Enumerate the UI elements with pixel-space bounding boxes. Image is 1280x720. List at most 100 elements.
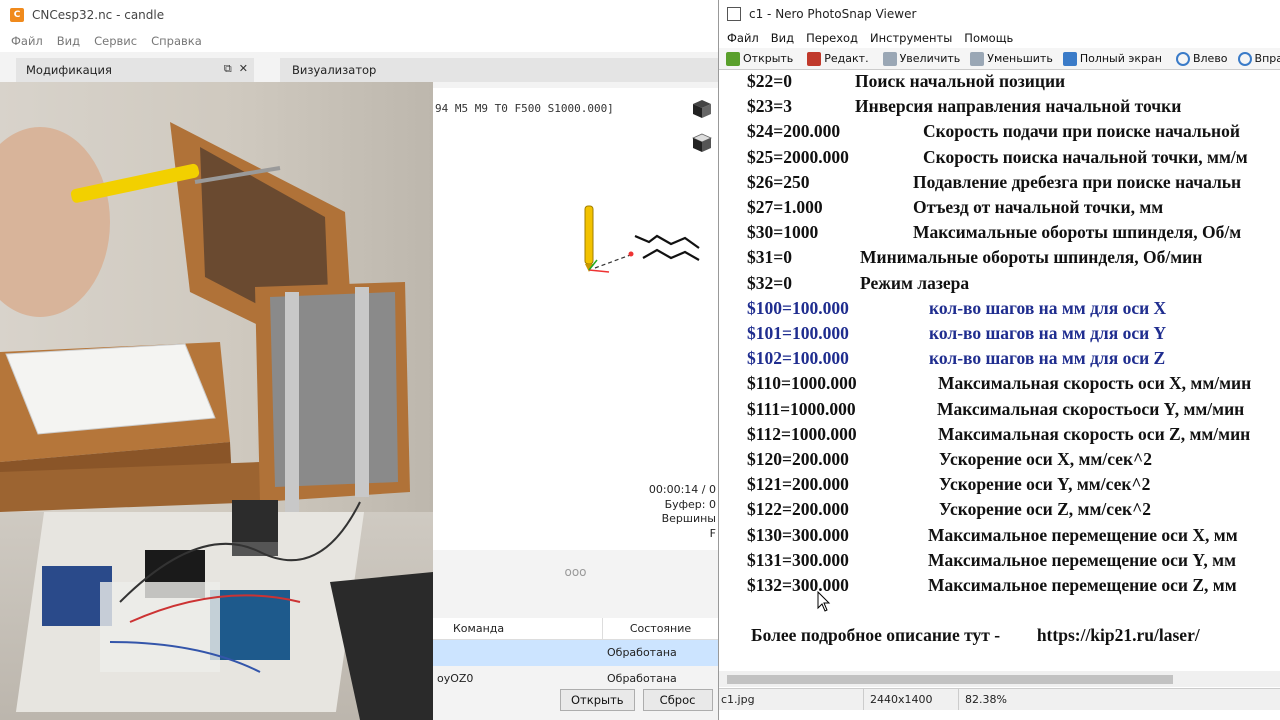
nero-menu-file[interactable]: Файл: [721, 31, 765, 45]
status-feed: F: [709, 526, 716, 540]
view-top-cube-icon[interactable]: [691, 132, 713, 154]
panel-splitter[interactable]: ooo: [433, 558, 718, 586]
param-key: $30=1000: [747, 222, 819, 243]
param-row: $24=200.000 Скорость подачи при поиске на…: [747, 121, 1240, 142]
param-key: $102=100.000: [747, 348, 849, 369]
nero-menu-go[interactable]: Переход: [800, 31, 864, 45]
param-description: Поиск начальной позиции: [855, 71, 1066, 91]
param-description: Максимальное перемещение оси Y, мм: [928, 549, 1237, 570]
view-iso-cube-icon[interactable]: [691, 98, 713, 120]
rotate-left-icon: [1175, 51, 1190, 66]
nero-title: c1 - Nero PhotoSnap Viewer: [749, 7, 917, 21]
param-description: кол-во шагов на мм для оси Y: [929, 323, 1167, 343]
image-canvas[interactable]: Более подробное описание тут - https://k…: [719, 71, 1280, 671]
horizontal-scrollbar-thumb[interactable]: [727, 675, 1173, 684]
footer-link[interactable]: https://kip21.ru/laser/: [1037, 625, 1200, 645]
nero-menu-view[interactable]: Вид: [765, 31, 800, 45]
edit-icon: [807, 51, 822, 66]
fullscreen-icon: [1062, 51, 1077, 66]
param-key: $27=1.000: [747, 197, 823, 217]
candle-menu-help[interactable]: Справка: [144, 34, 209, 48]
param-description: кол-во шагов на мм для оси Z: [929, 348, 1166, 369]
param-row: $26=250 Подавление дребезга при поиске на…: [747, 172, 1241, 193]
gcode-table-header: Команда Состояние: [433, 618, 718, 640]
param-description: Ускорение оси Y, мм/сек^2: [939, 474, 1151, 495]
dock-visualizer[interactable]: Визуализатор: [280, 58, 718, 82]
col-state[interactable]: Состояние: [603, 618, 718, 639]
param-row: $111=1000.000 Максимальная скоростьоси Y,…: [747, 399, 1244, 420]
zoom-in-label: Увеличить: [899, 52, 961, 65]
rotate-right-button[interactable]: Вправо: [1233, 51, 1280, 66]
zoom-in-icon: [882, 51, 897, 66]
param-row: $130=300.000 Максимальное перемещение оси…: [747, 525, 1238, 546]
gcode-current-line: 94 M5 M9 T0 F500 S1000.000]: [435, 102, 614, 115]
visualizer-canvas[interactable]: 94 M5 M9 T0 F500 S1000.000] 00:00:14 / 0…: [433, 88, 718, 550]
dock-modification[interactable]: Модификация ⧉ ✕: [16, 58, 254, 82]
candle-menu-file[interactable]: Файл: [4, 34, 50, 48]
zoom-in-button[interactable]: Увеличить: [878, 51, 966, 66]
candle-menu-service[interactable]: Сервис: [87, 34, 144, 48]
param-row: $110=1000.000 Максимальная скорость оси X…: [747, 373, 1251, 394]
camera-overlay: [0, 82, 433, 720]
fullscreen-button[interactable]: Полный экран: [1058, 51, 1167, 66]
candle-menubar: Файл Вид Сервис Справка: [0, 30, 718, 52]
rotate-right-icon: [1237, 51, 1252, 66]
dock-float-close-buttons[interactable]: ⧉ ✕: [224, 62, 248, 76]
nero-window: c1 - Nero PhotoSnap Viewer Файл Вид Пере…: [718, 0, 1280, 720]
param-key: $31=0: [747, 247, 792, 268]
status-dimensions: 2440x1400: [864, 689, 959, 710]
open-button[interactable]: Открыть: [721, 51, 798, 66]
param-key: $131=300.000: [747, 549, 849, 570]
horizontal-scrollbar[interactable]: [719, 671, 1280, 687]
param-description: Максимальные обороты шпинделя, Об/м: [913, 222, 1242, 243]
param-key: $110=1000.000: [747, 373, 857, 394]
param-row: $101=100.000 кол-во шагов на мм для оси Y: [747, 323, 1166, 344]
table-buttons: Открыть Сброс: [560, 689, 713, 713]
footer-line: Более подробное описание тут - https://k…: [751, 625, 1200, 646]
cell-state: Обработана: [607, 646, 677, 659]
param-key: $32=0: [747, 272, 792, 293]
edit-button[interactable]: Редакт.: [802, 51, 873, 66]
param-row: $32=0 Режим лазера: [747, 273, 969, 294]
param-key: $111=1000.000: [747, 398, 856, 419]
cell-command: [433, 640, 603, 666]
footer-text: Более подробное описание тут -: [751, 625, 1001, 645]
zoom-out-label: Уменьшить: [987, 52, 1053, 65]
table-row[interactable]: Обработана: [433, 640, 718, 666]
open-button[interactable]: Открыть: [560, 689, 635, 711]
candle-menu-view[interactable]: Вид: [50, 34, 87, 48]
status-vertices: Вершины: [661, 512, 716, 525]
nero-menubar: Файл Вид Переход Инструменты Помощь: [719, 28, 1280, 48]
param-row: $112=1000.000 Максимальная скорость оси Z…: [747, 424, 1250, 445]
param-key: $22=0: [747, 71, 792, 91]
candle-app-icon: C: [10, 8, 24, 22]
param-row: $102=100.000 кол-во шагов на мм для оси Z: [747, 348, 1165, 369]
dock-row: Модификация ⧉ ✕ Визуализатор: [0, 58, 718, 82]
open-icon: [726, 51, 740, 66]
dock-modification-title: Модификация: [26, 63, 112, 77]
open-label: Открыть: [743, 52, 794, 65]
param-row: $25=2000.000 Скорость поиска начальной то…: [747, 147, 1248, 168]
nero-menu-tools[interactable]: Инструменты: [864, 31, 958, 45]
param-description: Ускорение оси X, мм/сек^2: [939, 449, 1152, 469]
reset-button[interactable]: Сброс: [642, 689, 713, 711]
param-row: $22=0 Поиск начальной позиции: [747, 71, 1065, 92]
param-description: Скорость поиска начальной точки, мм/м: [923, 146, 1248, 167]
nero-menu-help[interactable]: Помощь: [958, 31, 1019, 45]
param-description: Подавление дребезга при поиске начальн: [913, 171, 1242, 192]
zoom-out-icon: [970, 51, 985, 66]
param-description: Максимальная скорость оси X, мм/мин: [938, 373, 1252, 394]
nero-toolbar: Открыть Редакт. Увеличить Уменьшить Полн…: [719, 48, 1280, 70]
candle-title: CNCesp32.nc - candle: [32, 8, 165, 22]
param-key: $121=200.000: [747, 474, 849, 495]
param-row: $120=200.000 Ускорение оси X, мм/сек^2: [747, 449, 1152, 470]
param-row: $23=3 Инверсия направления начальной точк…: [747, 96, 1181, 117]
rotate-right-label: Вправо: [1254, 52, 1280, 65]
zoom-out-button[interactable]: Уменьшить: [965, 51, 1058, 66]
param-row: $31=0 Минимальные обороты шпинделя, Об/ми…: [747, 247, 1202, 268]
param-key: $120=200.000: [747, 449, 849, 469]
param-description: Максимальная скорость оси Z, мм/мин: [938, 423, 1251, 444]
fullscreen-label: Полный экран: [1079, 52, 1162, 65]
col-command[interactable]: Команда: [433, 618, 603, 639]
rotate-left-button[interactable]: Влево: [1171, 51, 1233, 66]
